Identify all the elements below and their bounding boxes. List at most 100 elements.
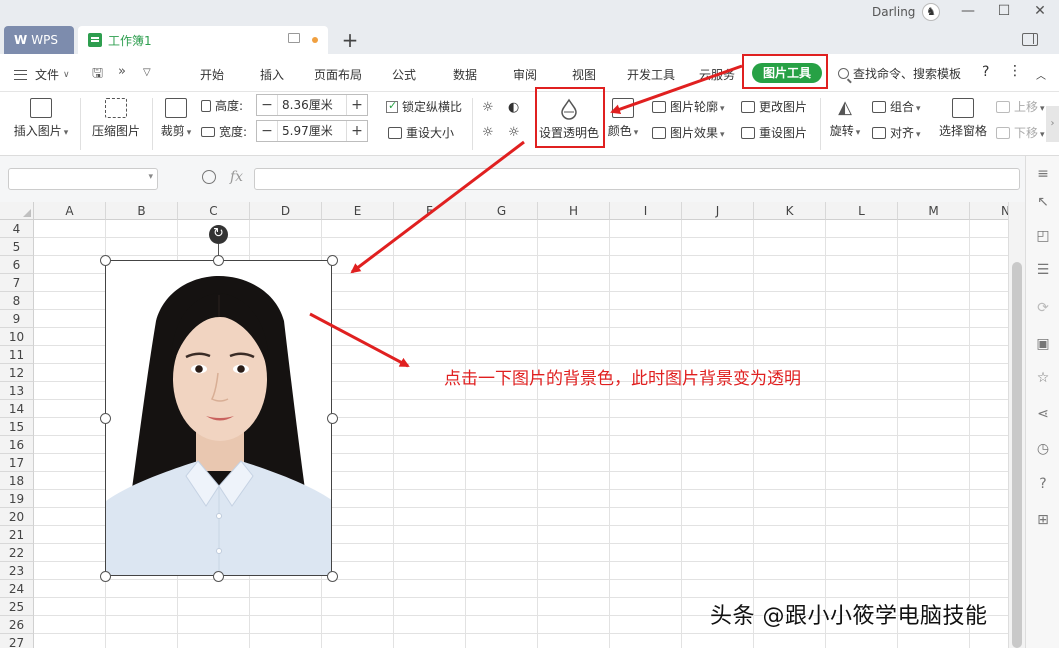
- avatar[interactable]: ♞: [922, 3, 940, 21]
- picture-effects-button[interactable]: 图片效果: [652, 124, 725, 141]
- help-circle-icon[interactable]: ?: [1035, 476, 1051, 492]
- row-header[interactable]: 8: [0, 292, 34, 310]
- sidebar-toggle-icon[interactable]: [1022, 33, 1038, 46]
- file-menu[interactable]: 文件 ∨: [14, 66, 70, 83]
- row-header[interactable]: 17: [0, 454, 34, 472]
- column-header[interactable]: K: [754, 202, 826, 220]
- minimize-icon[interactable]: —: [958, 3, 978, 19]
- row-header[interactable]: 20: [0, 508, 34, 526]
- row-header[interactable]: 9: [0, 310, 34, 328]
- tab-insert[interactable]: 插入: [260, 66, 284, 83]
- width-value[interactable]: 5.97厘米: [277, 121, 347, 141]
- align-button[interactable]: 对齐: [872, 124, 921, 141]
- more-icon[interactable]: ⋮: [1008, 63, 1022, 79]
- wps-home-tab[interactable]: W WPS: [4, 26, 74, 54]
- column-header[interactable]: H: [538, 202, 610, 220]
- command-search[interactable]: 查找命令、搜索模板: [838, 65, 961, 82]
- column-header[interactable]: E: [322, 202, 394, 220]
- row-header[interactable]: 7: [0, 274, 34, 292]
- bring-forward-button[interactable]: 上移: [996, 98, 1045, 115]
- width-stepper[interactable]: − 5.97厘米 +: [256, 120, 368, 142]
- more-qat-icon[interactable]: »: [118, 64, 126, 79]
- document-tab[interactable]: 工作簿1: [78, 26, 328, 54]
- height-increase-button[interactable]: +: [347, 97, 367, 113]
- width-increase-button[interactable]: +: [347, 123, 367, 139]
- select-all-corner[interactable]: [0, 202, 34, 220]
- collapse-ribbon-icon[interactable]: ︿: [1036, 67, 1046, 82]
- row-header[interactable]: 11: [0, 346, 34, 364]
- column-header[interactable]: D: [250, 202, 322, 220]
- row-header[interactable]: 6: [0, 256, 34, 274]
- tab-cloud[interactable]: 云服务: [699, 66, 735, 83]
- tab-view[interactable]: 视图: [572, 66, 596, 83]
- tab-data[interactable]: 数据: [453, 66, 477, 83]
- selection-pane-button[interactable]: 选择窗格: [936, 98, 990, 139]
- settings-sliders-icon[interactable]: ☰: [1035, 262, 1051, 278]
- height-decrease-button[interactable]: −: [257, 97, 277, 113]
- row-header[interactable]: 5: [0, 238, 34, 256]
- resize-handle-bottom[interactable]: [213, 571, 224, 582]
- fx-icon[interactable]: fx: [230, 169, 243, 185]
- selected-picture[interactable]: [105, 260, 332, 576]
- picture-outline-button[interactable]: 图片轮廓: [652, 98, 725, 115]
- row-header[interactable]: 14: [0, 400, 34, 418]
- column-header[interactable]: J: [682, 202, 754, 220]
- lock-ratio-checkbox[interactable]: 锁定纵横比: [386, 98, 462, 115]
- resize-handle-top-right[interactable]: [327, 255, 338, 266]
- rotate-button[interactable]: ◭ 旋转: [826, 98, 864, 139]
- row-header[interactable]: 10: [0, 328, 34, 346]
- tab-developer[interactable]: 开发工具: [627, 66, 675, 83]
- star-icon[interactable]: ☆: [1035, 370, 1051, 386]
- name-box[interactable]: [8, 168, 158, 190]
- column-header[interactable]: C: [178, 202, 250, 220]
- resize-handle-right[interactable]: [327, 413, 338, 424]
- insert-picture-button[interactable]: 插入图片: [10, 98, 72, 139]
- row-header[interactable]: 12: [0, 364, 34, 382]
- picture-panel-icon[interactable]: ▣: [1035, 336, 1051, 352]
- row-header[interactable]: 13: [0, 382, 34, 400]
- brightness-decrease-icon[interactable]: ☼: [482, 125, 494, 140]
- column-header[interactable]: B: [106, 202, 178, 220]
- scrollbar-thumb[interactable]: [1012, 262, 1022, 648]
- row-header[interactable]: 23: [0, 562, 34, 580]
- crop-button[interactable]: 裁剪: [158, 98, 194, 139]
- new-tab-button[interactable]: +: [340, 28, 360, 52]
- rotate-handle-icon[interactable]: ↻: [209, 225, 228, 244]
- row-header[interactable]: 4: [0, 220, 34, 238]
- row-header[interactable]: 27: [0, 634, 34, 648]
- row-header[interactable]: 22: [0, 544, 34, 562]
- row-header[interactable]: 21: [0, 526, 34, 544]
- tab-page-layout[interactable]: 页面布局: [314, 66, 362, 83]
- change-picture-button[interactable]: 更改图片: [741, 98, 807, 115]
- share-icon[interactable]: ⋖: [1035, 406, 1051, 422]
- save-icon[interactable]: 🖫: [92, 64, 103, 86]
- zoom-icon[interactable]: [202, 170, 216, 184]
- user-name[interactable]: Darling: [872, 5, 915, 19]
- row-header[interactable]: 26: [0, 616, 34, 634]
- column-header[interactable]: I: [610, 202, 682, 220]
- height-value[interactable]: 8.36厘米: [277, 95, 347, 115]
- row-header[interactable]: 16: [0, 436, 34, 454]
- column-header[interactable]: G: [466, 202, 538, 220]
- contrast-increase-icon[interactable]: ◐: [508, 100, 519, 115]
- column-header[interactable]: L: [826, 202, 898, 220]
- resize-handle-bottom-left[interactable]: [100, 571, 111, 582]
- resize-handle-top-left[interactable]: [100, 255, 111, 266]
- maximize-icon[interactable]: ☐: [994, 3, 1014, 19]
- column-header[interactable]: M: [898, 202, 970, 220]
- row-header[interactable]: 19: [0, 490, 34, 508]
- ribbon-scroll-right-icon[interactable]: ›: [1046, 106, 1059, 142]
- row-header[interactable]: 18: [0, 472, 34, 490]
- width-decrease-button[interactable]: −: [257, 123, 277, 139]
- color-button[interactable]: 颜色: [606, 98, 640, 139]
- send-backward-button[interactable]: 下移: [996, 124, 1045, 141]
- shapes-icon[interactable]: ◰: [1035, 228, 1051, 244]
- contrast-decrease-icon[interactable]: ☼: [508, 125, 520, 140]
- row-header[interactable]: 25: [0, 598, 34, 616]
- tab-review[interactable]: 审阅: [513, 66, 537, 83]
- height-stepper[interactable]: − 8.36厘米 +: [256, 94, 368, 116]
- reset-picture-button[interactable]: 重设图片: [741, 124, 807, 141]
- apps-grid-icon[interactable]: ⊞: [1035, 512, 1051, 528]
- resize-handle-top[interactable]: [213, 255, 224, 266]
- reset-size-button[interactable]: 重设大小: [388, 124, 454, 141]
